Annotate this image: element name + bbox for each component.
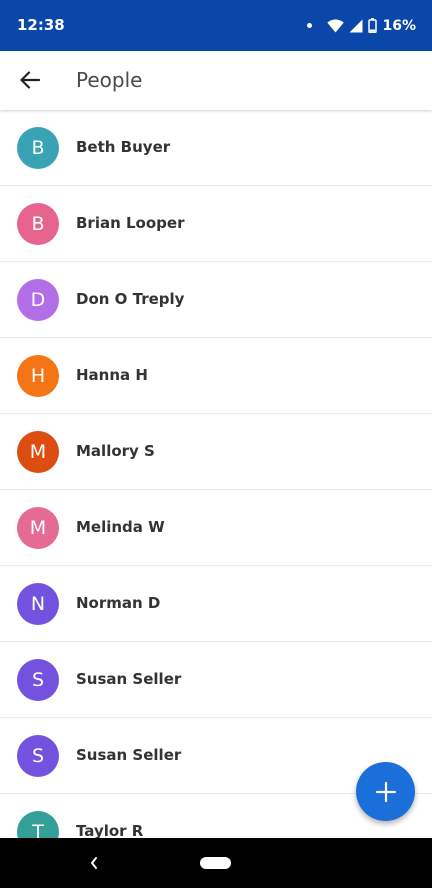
battery-percent: 16% <box>382 17 416 34</box>
list-item[interactable]: S Susan Seller <box>0 642 432 718</box>
avatar: B <box>17 203 59 245</box>
page-title: People <box>76 68 143 92</box>
list-item[interactable]: D Don O Treply <box>0 262 432 338</box>
list-item[interactable]: M Melinda W <box>0 490 432 566</box>
navigation-bar <box>0 838 432 888</box>
status-icons: 16% <box>307 0 416 51</box>
avatar: T <box>17 811 59 838</box>
battery-icon <box>368 18 378 33</box>
app-bar: People <box>0 51 432 110</box>
avatar: D <box>17 279 59 321</box>
chevron-left-icon <box>91 857 97 869</box>
avatar: S <box>17 659 59 701</box>
person-name: Susan Seller <box>76 670 182 688</box>
status-time: 12:38 <box>17 16 65 34</box>
person-name: Susan Seller <box>76 746 182 764</box>
person-name: Mallory S <box>76 442 155 460</box>
avatar: H <box>17 355 59 397</box>
back-button[interactable] <box>12 62 48 98</box>
add-person-button[interactable] <box>356 762 415 821</box>
person-name: Hanna H <box>76 366 148 384</box>
avatar: N <box>17 583 59 625</box>
person-name: Melinda W <box>76 518 165 536</box>
list-item[interactable]: M Mallory S <box>0 414 432 490</box>
status-bar: 12:38 16% <box>0 0 432 51</box>
signal-icon <box>349 19 363 33</box>
list-item[interactable]: N Norman D <box>0 566 432 642</box>
list-item[interactable]: H Hanna H <box>0 338 432 414</box>
person-name: Taylor R <box>76 822 144 838</box>
avatar: M <box>17 507 59 549</box>
list-item[interactable]: B Beth Buyer <box>0 110 432 186</box>
avatar: B <box>17 127 59 169</box>
avatar: M <box>17 431 59 473</box>
arrow-left-icon <box>20 71 40 89</box>
notification-dot-icon <box>307 23 313 28</box>
plus-icon <box>375 781 396 802</box>
wifi-icon <box>327 19 345 33</box>
person-name: Don O Treply <box>76 290 185 308</box>
people-list: B Beth Buyer B Brian Looper D Don O Trep… <box>0 110 432 838</box>
list-item[interactable]: B Brian Looper <box>0 186 432 262</box>
home-pill-button[interactable] <box>200 857 231 869</box>
person-name: Brian Looper <box>76 214 185 232</box>
person-name: Beth Buyer <box>76 138 171 156</box>
avatar: S <box>17 735 59 777</box>
person-name: Norman D <box>76 594 161 612</box>
nav-back-button[interactable] <box>82 851 106 875</box>
